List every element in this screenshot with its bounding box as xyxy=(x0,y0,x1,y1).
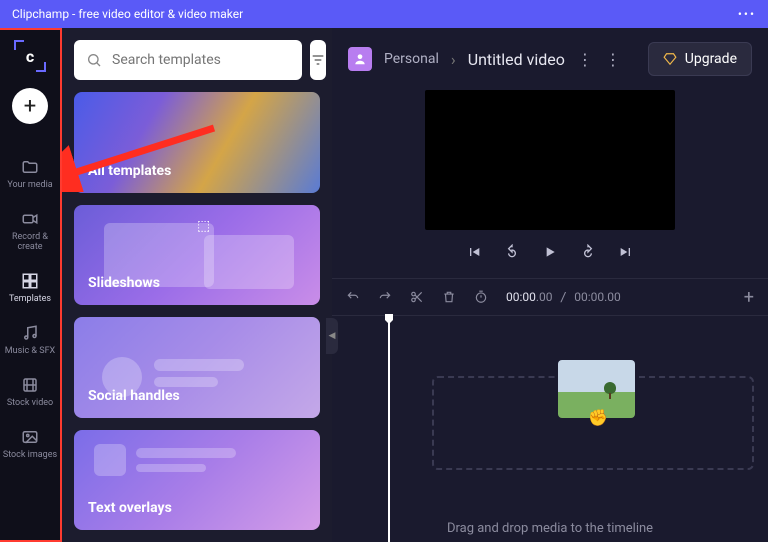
search-field[interactable] xyxy=(112,52,290,68)
sidebar-item-music[interactable]: Music & SFX xyxy=(0,314,60,366)
window-title: Clipchamp - free video editor & video ma… xyxy=(12,7,243,21)
category-text-overlays[interactable]: Text overlays xyxy=(74,430,320,531)
stopwatch-icon[interactable] xyxy=(474,290,488,304)
skip-end-button[interactable] xyxy=(618,244,634,260)
upgrade-label: Upgrade xyxy=(685,51,737,67)
project-more-button[interactable]: ⋮ xyxy=(577,50,593,69)
undo-button[interactable] xyxy=(346,290,360,304)
film-icon xyxy=(21,376,39,394)
timecode-display: 00:00.00 / 00:00.00 xyxy=(506,290,621,304)
image-icon xyxy=(21,428,39,446)
editor-topbar: Personal › Untitled video ⋮ ⋮ Upgrade xyxy=(332,28,768,90)
window-more-icon[interactable]: ••• xyxy=(738,7,756,21)
music-icon xyxy=(21,324,39,342)
skip-start-button[interactable] xyxy=(466,244,482,260)
filter-button[interactable] xyxy=(310,40,326,80)
sidebar-item-stock-images[interactable]: Stock images xyxy=(0,418,60,470)
search-icon xyxy=(86,52,102,68)
search-templates-input[interactable] xyxy=(74,40,302,80)
sidebar-item-label: Your media xyxy=(7,180,52,190)
delete-button[interactable] xyxy=(442,290,456,304)
sidebar-item-label: Music & SFX xyxy=(5,346,55,356)
sidebar-item-label: Stock video xyxy=(7,398,53,408)
play-button[interactable] xyxy=(542,244,558,260)
playhead[interactable] xyxy=(388,316,390,542)
filter-icon xyxy=(310,52,326,68)
sidebar-item-templates[interactable]: Templates xyxy=(0,262,60,314)
forward-button[interactable] xyxy=(580,244,596,260)
rewind-button[interactable] xyxy=(504,244,520,260)
project-title[interactable]: Untitled video xyxy=(468,50,565,69)
workspace-avatar[interactable] xyxy=(348,47,372,71)
timeline[interactable]: ✊ Drag and drop media to the timeline xyxy=(332,316,768,542)
category-label: All templates xyxy=(88,163,171,179)
sidebar-item-label: Templates xyxy=(9,294,51,304)
folder-icon xyxy=(21,158,39,176)
split-button[interactable] xyxy=(410,290,424,304)
templates-panel: All templates Slideshows Social handles … xyxy=(62,28,332,542)
sidebar-item-label: Record & create xyxy=(0,232,60,252)
add-button[interactable]: + xyxy=(12,88,48,124)
grab-cursor-icon: ✊ xyxy=(588,408,608,427)
sidebar-item-stock-video[interactable]: Stock video xyxy=(0,366,60,418)
playback-controls xyxy=(332,244,768,260)
person-icon xyxy=(353,52,367,66)
sidebar-item-record[interactable]: Record & create xyxy=(0,200,60,262)
cursor-icon: ⬚ xyxy=(197,218,210,234)
video-preview[interactable] xyxy=(425,90,675,230)
app-logo: c xyxy=(14,40,46,72)
category-label: Text overlays xyxy=(88,500,172,516)
sidebar-item-your-media[interactable]: Your media xyxy=(0,148,60,200)
category-label: Social handles xyxy=(88,388,180,404)
chevron-right-icon: › xyxy=(451,50,456,69)
redo-button[interactable] xyxy=(378,290,392,304)
workspace-name[interactable]: Personal xyxy=(384,51,439,67)
timeline-hint: Drag and drop media to the timeline xyxy=(332,521,768,536)
diamond-icon xyxy=(663,52,677,66)
upgrade-button[interactable]: Upgrade xyxy=(648,42,752,76)
camera-icon xyxy=(21,210,39,228)
category-label: Slideshows xyxy=(88,275,160,291)
add-track-button[interactable]: + xyxy=(744,287,754,308)
editor-area: ◀ Personal › Untitled video ⋮ ⋮ Upgrade xyxy=(332,28,768,542)
project-extra-button[interactable]: ⋮ xyxy=(605,50,621,69)
left-sidebar: c + Your media Record & create Templates… xyxy=(0,28,62,542)
category-all-templates[interactable]: All templates xyxy=(74,92,320,193)
timeline-toolbar: 00:00.00 / 00:00.00 + xyxy=(332,278,768,316)
window-titlebar: Clipchamp - free video editor & video ma… xyxy=(0,0,768,28)
category-social-handles[interactable]: Social handles xyxy=(74,317,320,418)
sidebar-item-label: Stock images xyxy=(3,450,57,460)
templates-icon xyxy=(21,272,39,290)
